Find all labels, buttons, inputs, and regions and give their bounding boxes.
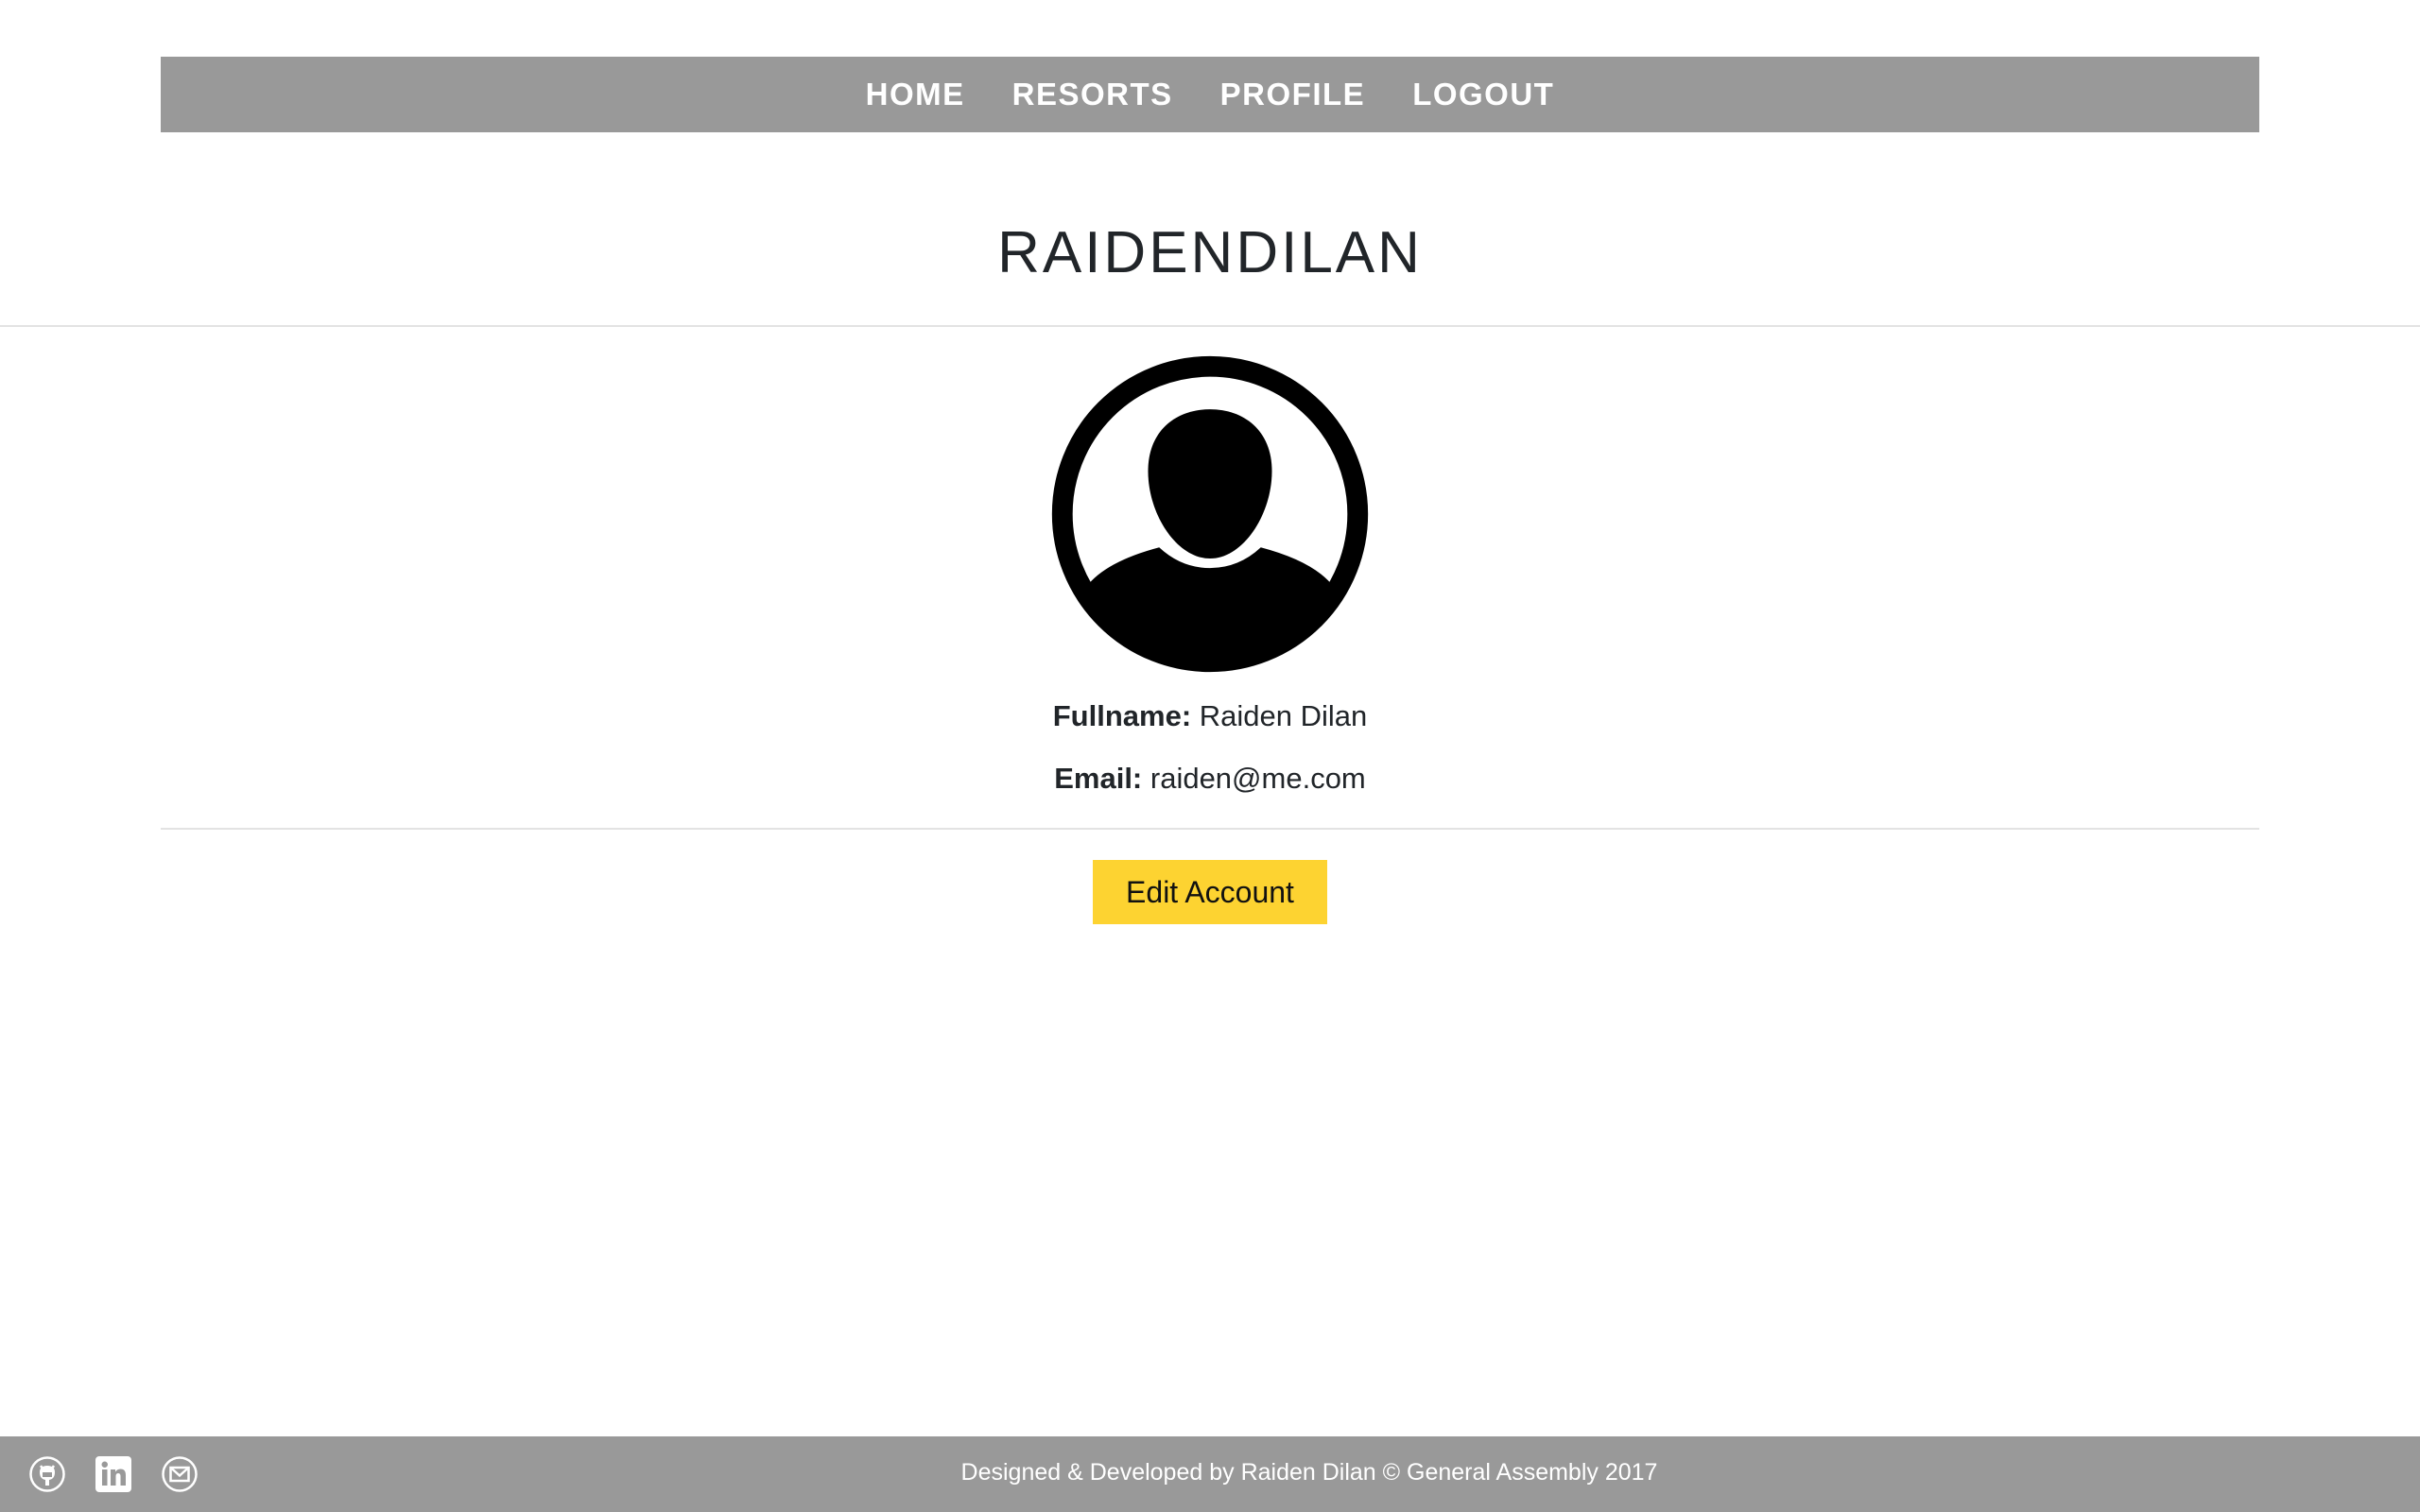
fullname-row: Fullname: Raiden Dilan	[0, 699, 2420, 733]
nav-profile-link[interactable]: PROFILE	[1220, 77, 1366, 112]
user-avatar-icon	[1051, 355, 1369, 673]
fullname-label: Fullname:	[1052, 699, 1192, 732]
email-value: raiden@me.com	[1150, 762, 1366, 795]
profile-page: HOME RESORTS PROFILE LOGOUT RAIDENDILAN …	[0, 0, 2420, 1512]
top-navbar: HOME RESORTS PROFILE LOGOUT	[161, 57, 2259, 132]
edit-account-button[interactable]: Edit Account	[1093, 860, 1327, 924]
nav-logout-link[interactable]: LOGOUT	[1412, 77, 1554, 112]
fullname-value: Raiden Dilan	[1199, 699, 1368, 732]
profile-username-heading: RAIDENDILAN	[997, 220, 1423, 285]
footer-credits: Designed & Developed by Raiden Dilan © G…	[960, 1459, 1658, 1486]
nav-home-link[interactable]: HOME	[866, 77, 965, 112]
email-label: Email:	[1054, 762, 1143, 795]
page-footer: Designed & Developed by Raiden Dilan © G…	[0, 1436, 2420, 1512]
content-divider	[161, 828, 2259, 830]
nav-resorts-link[interactable]: RESORTS	[1012, 77, 1173, 112]
header-divider	[0, 325, 2420, 327]
email-row: Email: raiden@me.com	[0, 762, 2420, 796]
